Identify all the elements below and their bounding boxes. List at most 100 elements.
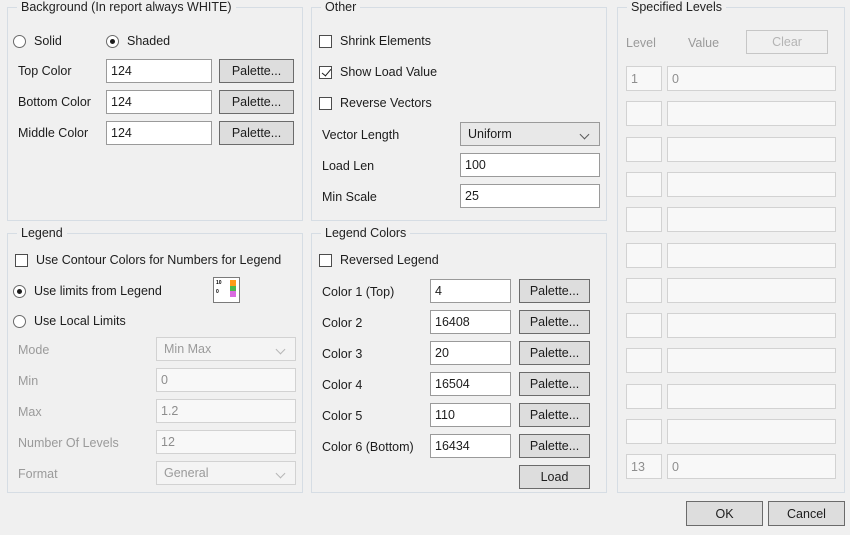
level-input-row-9[interactable]	[626, 348, 662, 373]
level-input-row-7[interactable]	[626, 278, 662, 303]
ok-button[interactable]: OK	[686, 501, 763, 526]
radio-use-local-limits[interactable]: Use Local Limits	[13, 314, 126, 328]
legend-group-title: Legend	[17, 226, 67, 240]
value-input-row-7[interactable]	[667, 278, 836, 303]
checkbox-use-contour-colors-label: Use Contour Colors for Numbers for Legen…	[36, 253, 282, 267]
number-of-levels-label: Number Of Levels	[18, 436, 119, 450]
middle-color-palette-button[interactable]: Palette...	[219, 121, 294, 145]
legend-preview-icon[interactable]: 10 0	[213, 277, 240, 303]
level-input-row-4[interactable]	[626, 172, 662, 197]
mode-label: Mode	[18, 343, 50, 357]
load-button[interactable]: Load	[519, 465, 590, 489]
radio-shaded[interactable]: Shaded	[106, 34, 170, 48]
color-2-input[interactable]	[430, 310, 511, 334]
radio-use-limits-from-legend-label: Use limits from Legend	[34, 284, 162, 298]
value-input-row-8[interactable]	[667, 313, 836, 338]
color-1-palette-button[interactable]: Palette...	[519, 279, 590, 303]
color-6-palette-button[interactable]: Palette...	[519, 434, 590, 458]
checkbox-show-load-value[interactable]: Show Load Value	[319, 65, 437, 79]
vector-length-combobox[interactable]: Uniform	[460, 122, 600, 146]
radio-shaded-label: Shaded	[127, 34, 171, 48]
level-input-row-10[interactable]	[626, 384, 662, 409]
middle-color-input[interactable]	[106, 121, 212, 145]
mode-combobox[interactable]: Min Max	[156, 337, 296, 361]
load-len-input[interactable]	[460, 153, 600, 177]
value-input-row-9[interactable]	[667, 348, 836, 373]
top-color-input[interactable]	[106, 59, 212, 83]
clear-button[interactable]: Clear	[746, 30, 828, 54]
color-5-palette-button[interactable]: Palette...	[519, 403, 590, 427]
radio-use-limits-from-legend[interactable]: Use limits from Legend	[13, 284, 162, 298]
radio-solid-indicator	[13, 34, 26, 48]
format-label: Format	[18, 467, 58, 481]
format-combobox[interactable]: General	[156, 461, 296, 485]
checkbox-reverse-vectors[interactable]: Reverse Vectors	[319, 96, 432, 110]
bottom-color-input[interactable]	[106, 90, 212, 114]
color-6-label: Color 6 (Bottom)	[322, 440, 414, 454]
background-group: Background (In report always WHITE) Soli…	[7, 0, 303, 221]
level-input-row-1[interactable]	[626, 66, 662, 91]
color-6-input[interactable]	[430, 434, 511, 458]
level-input-row-3[interactable]	[626, 137, 662, 162]
chevron-down-icon	[276, 468, 287, 479]
color-3-label: Color 3	[322, 347, 363, 361]
checkbox-use-contour-colors[interactable]: Use Contour Colors for Numbers for Legen…	[15, 253, 281, 267]
value-input-row-10[interactable]	[667, 384, 836, 409]
bottom-color-palette-button[interactable]: Palette...	[219, 90, 294, 114]
mode-combobox-value: Min Max	[164, 342, 212, 356]
level-input-row-8[interactable]	[626, 313, 662, 338]
value-input-row-5[interactable]	[667, 207, 836, 232]
middle-color-label: Middle Color	[18, 126, 89, 140]
level-column-header: Level	[626, 36, 656, 50]
chevron-down-icon	[276, 344, 287, 355]
max-input[interactable]	[156, 399, 296, 423]
radio-use-local-limits-label: Use Local Limits	[34, 314, 126, 328]
level-input-row-11[interactable]	[626, 419, 662, 444]
value-input-row-4[interactable]	[667, 172, 836, 197]
legend-preview-swatch-3	[230, 291, 236, 297]
checkbox-shrink-elements[interactable]: Shrink Elements	[319, 34, 431, 48]
color-2-label: Color 2	[322, 316, 363, 330]
radio-solid[interactable]: Solid	[13, 34, 62, 48]
number-of-levels-input[interactable]	[156, 430, 296, 454]
legend-group: Legend Use Contour Colors for Numbers fo…	[7, 226, 303, 493]
value-input-row-2[interactable]	[667, 101, 836, 126]
checkbox-use-contour-colors-box	[15, 253, 28, 267]
value-input-row-6[interactable]	[667, 243, 836, 268]
color-3-palette-button[interactable]: Palette...	[519, 341, 590, 365]
legend-colors-group: Legend Colors Reversed Legend Color 1 (T…	[311, 226, 607, 493]
value-input-row-1[interactable]	[667, 66, 836, 91]
background-group-title: Background (In report always WHITE)	[17, 0, 236, 14]
bottom-color-label: Bottom Color	[18, 95, 91, 109]
color-5-input[interactable]	[430, 403, 511, 427]
color-1-input[interactable]	[430, 279, 511, 303]
value-input-row-11[interactable]	[667, 419, 836, 444]
top-color-label: Top Color	[18, 64, 72, 78]
value-input-row-12[interactable]	[667, 454, 836, 479]
radio-solid-label: Solid	[34, 34, 62, 48]
top-color-palette-button[interactable]: Palette...	[219, 59, 294, 83]
color-4-label: Color 4	[322, 378, 363, 392]
checkbox-reverse-vectors-label: Reverse Vectors	[340, 96, 432, 110]
color-2-palette-button[interactable]: Palette...	[519, 310, 590, 334]
checkbox-reverse-vectors-box	[319, 96, 332, 110]
min-input[interactable]	[156, 368, 296, 392]
cancel-button[interactable]: Cancel	[768, 501, 845, 526]
color-4-input[interactable]	[430, 372, 511, 396]
min-scale-input[interactable]	[460, 184, 600, 208]
level-input-row-5[interactable]	[626, 207, 662, 232]
radio-use-limits-from-legend-indicator	[13, 284, 26, 298]
legend-colors-group-title: Legend Colors	[321, 226, 411, 240]
color-4-palette-button[interactable]: Palette...	[519, 372, 590, 396]
value-column-header: Value	[688, 36, 720, 50]
checkbox-reversed-legend[interactable]: Reversed Legend	[319, 253, 439, 267]
level-input-row-12[interactable]	[626, 454, 662, 479]
legend-preview-color-bar	[230, 280, 236, 297]
level-input-row-2[interactable]	[626, 101, 662, 126]
value-input-row-3[interactable]	[667, 137, 836, 162]
level-input-row-6[interactable]	[626, 243, 662, 268]
checkbox-show-load-value-label: Show Load Value	[340, 65, 438, 79]
color-3-input[interactable]	[430, 341, 511, 365]
checkbox-reversed-legend-label: Reversed Legend	[340, 253, 439, 267]
specified-levels-group: Specified Levels Level Value Clear	[617, 0, 845, 493]
